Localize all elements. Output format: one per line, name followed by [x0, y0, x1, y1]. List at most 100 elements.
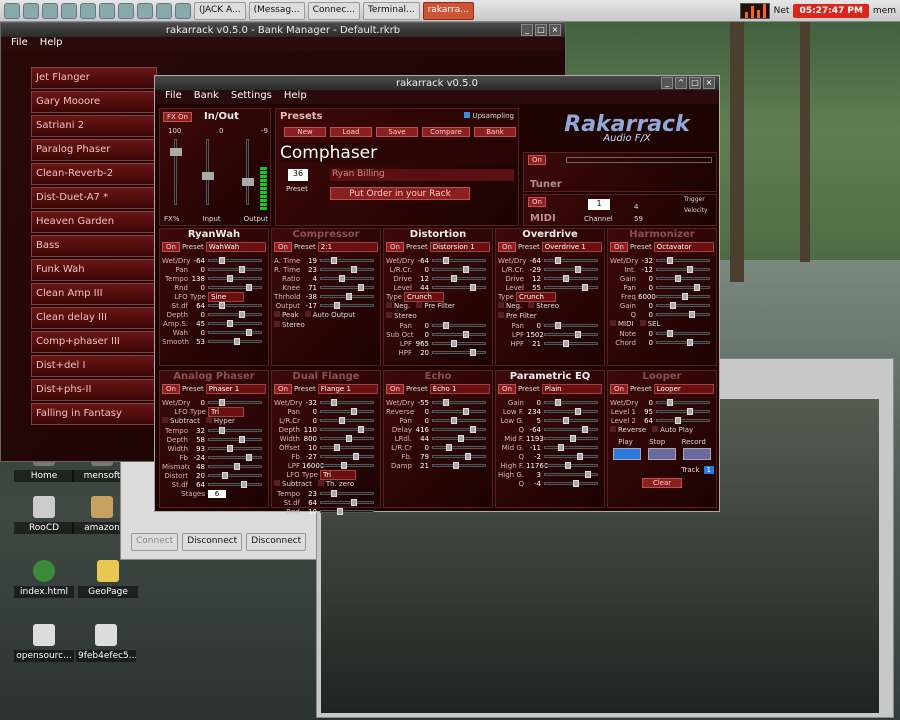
- input-fader[interactable]: [202, 139, 214, 205]
- record-button[interactable]: [682, 448, 711, 460]
- param-slider[interactable]: [432, 340, 486, 347]
- slider-knob[interactable]: [334, 444, 340, 451]
- slider-knob[interactable]: [686, 408, 693, 415]
- slider-knob[interactable]: [443, 399, 450, 406]
- param-slider[interactable]: [208, 399, 262, 406]
- gear-icon[interactable]: [175, 2, 191, 19]
- checkbox-mark[interactable]: [610, 426, 616, 432]
- param-slider[interactable]: [320, 426, 374, 433]
- param-slider[interactable]: [432, 462, 486, 469]
- lfo-type-select[interactable]: Sine: [208, 291, 244, 302]
- slider-knob[interactable]: [338, 275, 345, 282]
- slider-knob[interactable]: [577, 453, 584, 460]
- param-slider[interactable]: [208, 463, 262, 470]
- bank-item[interactable]: Clean delay III: [31, 307, 157, 329]
- slider-knob[interactable]: [331, 490, 338, 497]
- param-slider[interactable]: [544, 417, 598, 424]
- taskbar-item-active[interactable]: rakarra...: [422, 1, 474, 20]
- upsampling-check[interactable]: Upsampling: [464, 112, 514, 120]
- network-label[interactable]: Net: [774, 6, 790, 16]
- checkbox-mark[interactable]: [416, 302, 423, 308]
- clock[interactable]: 05:27:47 PM: [793, 3, 869, 18]
- bank-button[interactable]: Bank: [474, 127, 516, 137]
- slider-knob[interactable]: [334, 302, 340, 309]
- preset-select[interactable]: Phaser 1: [205, 384, 266, 394]
- slider-knob[interactable]: [353, 453, 360, 460]
- midi-on-button[interactable]: On: [528, 197, 546, 207]
- preset-select[interactable]: Flange 1: [317, 384, 378, 394]
- param-slider[interactable]: [208, 454, 262, 461]
- slider-knob[interactable]: [693, 284, 700, 291]
- slider-knob[interactable]: [689, 311, 696, 318]
- menu-icon[interactable]: [4, 2, 20, 19]
- slider-knob[interactable]: [457, 435, 464, 442]
- param-slider[interactable]: [320, 408, 374, 415]
- checkbox[interactable]: Neg.: [498, 302, 522, 310]
- disconnect-button[interactable]: Disconnect: [182, 533, 243, 551]
- param-slider[interactable]: [432, 349, 486, 356]
- connect-button[interactable]: Connect: [131, 533, 179, 551]
- slider-knob[interactable]: [674, 275, 681, 282]
- param-slider[interactable]: [320, 302, 374, 309]
- tuner-on-button[interactable]: On: [528, 155, 546, 165]
- slider-knob[interactable]: [558, 444, 564, 451]
- checkbox-mark[interactable]: [652, 426, 659, 432]
- slider-knob[interactable]: [219, 302, 226, 309]
- param-slider[interactable]: [656, 399, 710, 406]
- param-slider[interactable]: [432, 417, 486, 424]
- slider-knob[interactable]: [238, 311, 245, 318]
- new-button[interactable]: New: [284, 127, 326, 137]
- preset-name[interactable]: Comphaser: [280, 143, 516, 163]
- checkbox[interactable]: Th. zero: [317, 480, 354, 488]
- minimize-icon[interactable]: _: [521, 24, 533, 36]
- checkbox[interactable]: Pre Filter: [498, 312, 537, 320]
- checkbox-mark[interactable]: [205, 417, 212, 423]
- param-slider[interactable]: [544, 435, 598, 442]
- param-slider[interactable]: [544, 266, 598, 273]
- clear-button[interactable]: Clear: [642, 478, 682, 488]
- param-slider[interactable]: [656, 257, 710, 264]
- checkbox[interactable]: Peak: [274, 311, 299, 319]
- slider-knob[interactable]: [238, 436, 245, 443]
- bank-item[interactable]: Funk Wah: [31, 259, 157, 281]
- effect-on-button[interactable]: On: [386, 384, 404, 394]
- param-slider[interactable]: [320, 435, 374, 442]
- stages-value[interactable]: 6: [208, 489, 226, 498]
- param-slider[interactable]: [320, 417, 374, 424]
- slider-knob[interactable]: [469, 284, 476, 291]
- param-slider[interactable]: [432, 266, 486, 273]
- checkbox-mark[interactable]: [304, 311, 311, 317]
- param-slider[interactable]: [544, 340, 598, 347]
- bank-item[interactable]: Dist+phs-II: [31, 379, 157, 401]
- param-slider[interactable]: [320, 399, 374, 406]
- slider-knob[interactable]: [336, 508, 343, 515]
- desktop-icon[interactable]: [118, 2, 134, 19]
- slider-knob[interactable]: [681, 293, 688, 300]
- param-slider[interactable]: [208, 436, 262, 443]
- slider-knob[interactable]: [357, 284, 364, 291]
- slider-knob[interactable]: [331, 257, 338, 264]
- param-slider[interactable]: [656, 293, 710, 300]
- save-button[interactable]: Save: [376, 127, 418, 137]
- type-select[interactable]: Crunch: [516, 291, 556, 302]
- slider-knob[interactable]: [350, 499, 357, 506]
- param-slider[interactable]: [544, 471, 598, 478]
- slider-knob[interactable]: [574, 331, 581, 338]
- taskbar-item[interactable]: (JACK A...: [194, 1, 246, 20]
- param-slider[interactable]: [432, 444, 486, 451]
- slider-knob[interactable]: [453, 462, 460, 469]
- param-slider[interactable]: [544, 453, 598, 460]
- slider-knob[interactable]: [667, 257, 674, 264]
- param-slider[interactable]: [544, 462, 598, 469]
- bank-item[interactable]: Falling in Fantasy: [31, 403, 157, 425]
- param-slider[interactable]: [544, 408, 598, 415]
- effect-on-button[interactable]: On: [610, 242, 628, 252]
- param-slider[interactable]: [544, 322, 598, 329]
- slider-knob[interactable]: [345, 435, 352, 442]
- param-slider[interactable]: [544, 331, 598, 338]
- slider-knob[interactable]: [219, 399, 226, 406]
- folder-icon[interactable]: [80, 2, 96, 19]
- slider-knob[interactable]: [446, 444, 452, 451]
- desktop-icon-opensource[interactable]: opensourc...: [14, 624, 74, 662]
- param-slider[interactable]: [656, 417, 710, 424]
